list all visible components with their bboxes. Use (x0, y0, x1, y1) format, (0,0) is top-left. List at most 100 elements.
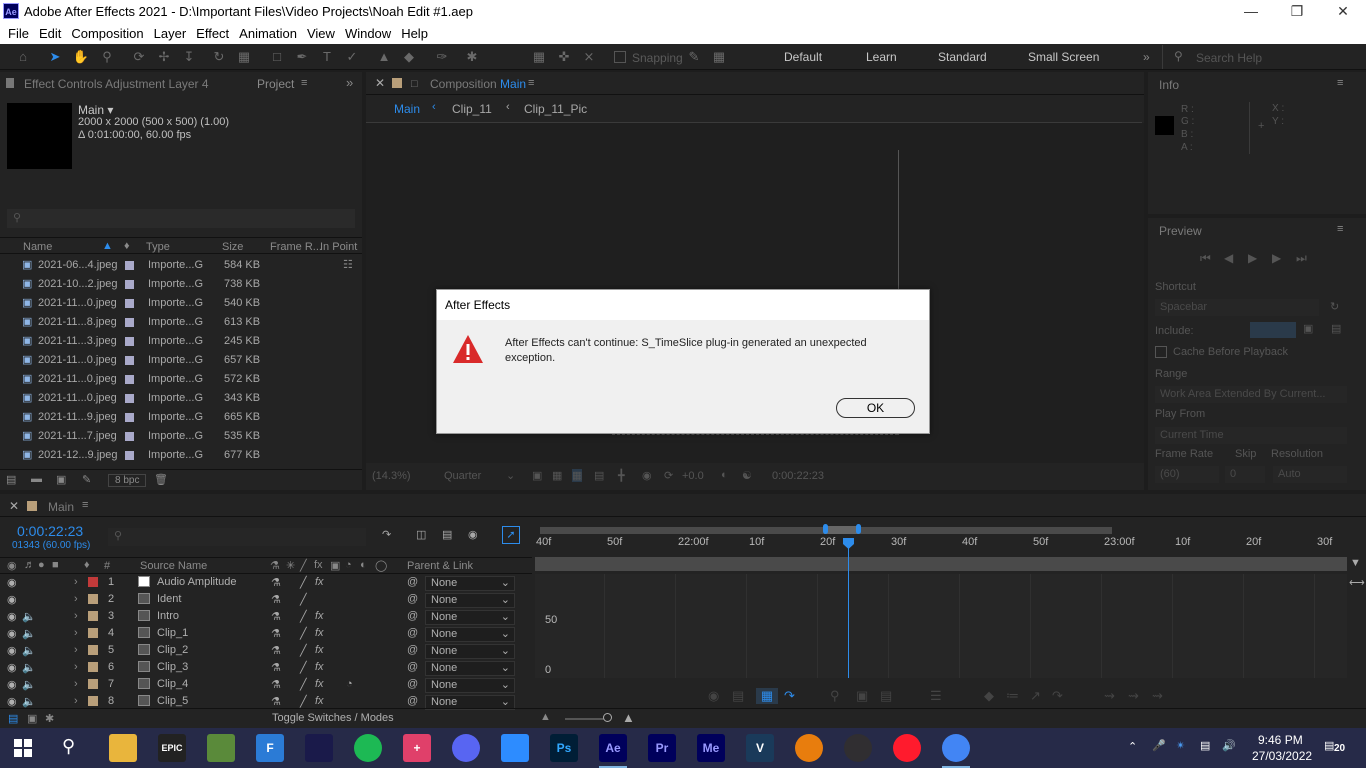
close-icon[interactable]: ✕ (1320, 0, 1366, 24)
file-explorer-icon[interactable] (109, 734, 137, 762)
play-from-dropdown[interactable]: Current Time (1155, 427, 1347, 444)
home-icon[interactable]: ⌂ (14, 48, 32, 66)
zoom-slider-thumb[interactable] (603, 713, 612, 722)
parent-dropdown[interactable]: None ⌄ (425, 627, 515, 642)
chrome-icon[interactable] (942, 734, 970, 762)
eye-icon[interactable]: ◉ (7, 593, 17, 606)
layer-row[interactable]: ◉ › 1 Audio Amplitude ⚗ ╱ fx @ None ⌄ (0, 574, 532, 591)
dolly-tool-icon[interactable]: ↧ (180, 48, 198, 66)
label-color-swatch[interactable] (88, 645, 98, 655)
orbit-tool-icon[interactable]: ⟳ (130, 48, 148, 66)
toggle-switches-modes[interactable]: Toggle Switches / Modes (272, 712, 394, 724)
tab-effect-controls[interactable]: Effect Controls Adjustment Layer 4 (24, 77, 209, 91)
quality-icon[interactable]: ╱ (300, 593, 307, 606)
viewer-timecode[interactable]: 0:00:22:23 (772, 470, 824, 482)
comp-button-icon[interactable]: ⟷ (1349, 576, 1365, 589)
interpret-footage-icon[interactable]: ▤ (6, 473, 16, 486)
breadcrumb-main[interactable]: Main (394, 102, 420, 116)
selection-tool-icon[interactable]: ➤ (46, 48, 64, 66)
audio-icon[interactable]: 🔈 (22, 627, 36, 640)
pickwhip-icon[interactable]: @ (407, 610, 418, 622)
menu-file[interactable]: File (8, 24, 37, 43)
breadcrumb-clip-11[interactable]: Clip_11 (452, 102, 492, 116)
project-settings-icon[interactable]: ✎ (82, 473, 91, 486)
clone-stamp-tool-icon[interactable]: ▲ (375, 48, 393, 66)
snapshot-icon[interactable]: ◐ (721, 469, 728, 481)
layer-name[interactable]: Audio Amplitude (157, 576, 237, 588)
fx-icon[interactable]: fx (314, 559, 323, 571)
layer-name[interactable]: Clip_5 (157, 695, 188, 707)
auto-bezier-icon[interactable]: ↷ (1052, 688, 1063, 704)
parent-dropdown[interactable]: None ⌄ (425, 644, 515, 659)
photoshop-icon[interactable]: Ps (550, 734, 578, 762)
rectangle-tool-icon[interactable]: □ (268, 48, 286, 66)
layer-name[interactable]: Clip_4 (157, 678, 188, 690)
transparency-grid-icon[interactable]: ▦ (552, 469, 562, 482)
panel-menu-icon[interactable]: ≡ (1337, 77, 1343, 89)
easy-ease-out-icon[interactable]: ⇝ (1152, 688, 1163, 704)
audio-icon[interactable]: 🔈 (22, 695, 36, 708)
shy-icon[interactable]: ⚗ (271, 627, 281, 640)
panel-menu-icon[interactable]: ≡ (1337, 223, 1343, 235)
time-ruler[interactable]: 40f 50f 22:00f 10f 20f 30f 40f 50f 23:00f 10f 20f 3… (0, 494, 1366, 554)
label-color-swatch[interactable] (88, 611, 98, 621)
info-title[interactable]: Info (1159, 78, 1179, 92)
start-icon[interactable] (14, 739, 32, 757)
workspace-learn[interactable]: Learn (866, 50, 897, 64)
graph-editor-area[interactable]: 50 0 (535, 574, 1347, 678)
label-color-swatch[interactable] (125, 375, 134, 384)
audio-icon[interactable]: 🔈 (22, 644, 36, 657)
chevron-right-icon[interactable]: › (74, 644, 78, 656)
project-file-row[interactable]: ▣ 2021-11...0.jpeg Importe...G 657 KB (0, 351, 360, 370)
layer-row[interactable]: ◉ 🔈 › 7 Clip_4 ⚗ ╱ fx ◔ @ None ⌄ (0, 676, 532, 693)
label-color-swatch[interactable] (125, 432, 134, 441)
collapse-icon[interactable]: ✳ (286, 559, 295, 572)
align-icon[interactable]: ▦ (530, 48, 548, 66)
label-color-swatch[interactable] (125, 394, 134, 403)
shy-icon[interactable]: ⚗ (271, 695, 281, 708)
chevron-right-icon[interactable]: › (74, 627, 78, 639)
parent-dropdown[interactable]: None ⌄ (425, 593, 515, 608)
fit-all-icon[interactable]: ▣ (856, 688, 868, 704)
workspace-overflow-icon[interactable]: » (1143, 50, 1150, 64)
pen-tool-icon[interactable]: ✒ (293, 48, 311, 66)
skip-dropdown[interactable]: 0 (1225, 466, 1265, 483)
delete-icon[interactable]: 🗑 (154, 473, 168, 486)
linear-keyframe-icon[interactable]: ↗ (1030, 688, 1041, 704)
pickwhip-icon[interactable]: @ (407, 661, 418, 673)
volume-icon[interactable]: 🔊 (1222, 739, 1236, 752)
label-color-swatch[interactable] (88, 696, 98, 706)
pickwhip-icon[interactable]: @ (407, 644, 418, 656)
parent-dropdown[interactable]: None ⌄ (425, 661, 515, 676)
graph-type-icon[interactable]: ▤ (732, 688, 744, 704)
label-color-swatch[interactable] (88, 594, 98, 604)
label-color-swatch[interactable] (88, 577, 98, 587)
layer-row[interactable]: ◉ 🔈 › 3 Intro ⚗ ╱ fx @ None ⌄ (0, 608, 532, 625)
col-type[interactable]: Type (146, 241, 170, 253)
separate-dimensions-icon[interactable]: ☰ (930, 688, 942, 704)
col-parent-link[interactable]: Parent & Link (407, 560, 473, 572)
restore-icon[interactable]: ❐ (1274, 0, 1320, 24)
layer-name[interactable]: Ident (157, 593, 181, 605)
show-transform-box-icon[interactable]: ▦ (756, 688, 778, 704)
menu-composition[interactable]: Composition (71, 24, 151, 43)
pickwhip-icon[interactable]: @ (407, 678, 418, 690)
easy-ease-icon[interactable]: ⇝ (1104, 688, 1115, 704)
audio-icon[interactable]: 🔈 (22, 678, 36, 691)
sort-ascending-icon[interactable]: ▲ (102, 240, 113, 252)
fx-icon[interactable]: fx (315, 695, 324, 707)
menu-edit[interactable]: Edit (39, 24, 69, 43)
zoom-out-icon[interactable]: ▲ (540, 711, 551, 723)
layer-row[interactable]: ◉ 🔈 › 6 Clip_3 ⚗ ╱ fx @ None ⌄ (0, 659, 532, 676)
axis-icon[interactable]: ✜ (555, 48, 573, 66)
panel-menu-icon[interactable]: ≡ (528, 77, 534, 89)
project-file-row[interactable]: ▣ 2021-11...9.jpeg Importe...G 665 KB (0, 408, 360, 427)
opera-icon[interactable] (893, 734, 921, 762)
pickwhip-icon[interactable]: @ (407, 627, 418, 639)
close-tab-icon[interactable]: ✕ (375, 76, 385, 90)
previous-frame-icon[interactable]: ◀ (1224, 251, 1233, 265)
col-name[interactable]: Name (23, 241, 52, 253)
layer-row[interactable]: ◉ › 2 Ident ⚗ ╱ @ None ⌄ (0, 591, 532, 608)
breadcrumb-clip-11-pic[interactable]: Clip_11_Pic (524, 102, 587, 116)
resolution-dropdown[interactable]: Auto (1273, 466, 1347, 483)
